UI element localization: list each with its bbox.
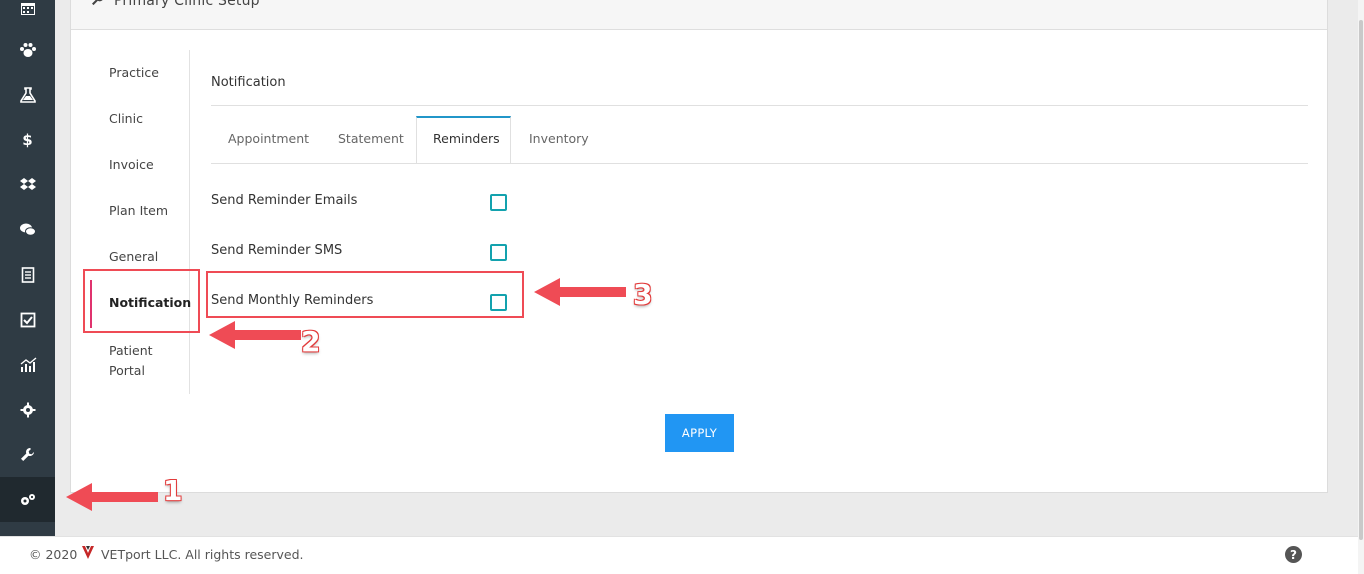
clinic-setup-panel: Primary Clinic Setup Practice Clinic Inv… [70,0,1328,493]
calendar-icon[interactable] [0,0,55,30]
section-title: Notification [211,75,286,90]
annotation-number-2: 2 [301,325,321,358]
subnav-divider [189,50,190,394]
chat-icon[interactable] [0,207,55,252]
chart-icon[interactable] [0,342,55,387]
subnav-item-patient-portal[interactable]: Patient [109,341,153,361]
paw-icon[interactable] [0,27,55,72]
tab-reminders[interactable]: Reminders [433,131,500,146]
checklist-icon[interactable] [0,297,55,342]
tab-inventory[interactable]: Inventory [529,131,589,146]
subnav-item-practice[interactable]: Practice [109,63,159,83]
send-reminder-sms-checkbox[interactable] [490,244,507,261]
tab-statement[interactable]: Statement [338,131,404,146]
gears-icon[interactable] [0,477,55,522]
subnav-item-plan-item[interactable]: Plan Item [109,201,168,221]
send-reminder-emails-label: Send Reminder Emails [211,193,358,208]
footer: © 2020 VETport LLC. All rights reserved.… [0,536,1364,574]
annotation-number-3: 3 [633,278,653,311]
subnav-item-general[interactable]: General [109,247,158,267]
apply-button[interactable]: APPLY [665,414,734,452]
vetport-logo-icon [82,546,94,559]
help-icon[interactable]: ? [1285,546,1302,563]
panel-header: Primary Clinic Setup [71,0,1327,30]
annotation-arrow-3 [534,278,626,306]
dropbox-icon[interactable] [0,162,55,207]
section-divider [211,105,1308,106]
gear-icon[interactable] [0,387,55,432]
send-reminder-emails-checkbox[interactable] [490,194,507,211]
copyright-year: © 2020 [29,547,78,562]
document-icon[interactable] [0,252,55,297]
search-icon [92,0,103,6]
tab-appointment[interactable]: Appointment [228,131,309,146]
annotation-arrow-2 [209,321,301,349]
highlight-box-monthly-reminders [206,271,524,318]
dollar-icon[interactable]: $ [0,117,55,162]
subnav-item-invoice[interactable]: Invoice [109,155,154,175]
wrench-icon[interactable] [0,432,55,477]
side-rail: $ [0,0,55,536]
annotation-number-1: 1 [163,474,183,507]
flask-icon[interactable] [0,72,55,117]
annotation-arrow-1 [66,483,158,511]
copyright-company: VETport LLC. All rights reserved. [101,547,304,562]
subnav-item-clinic[interactable]: Clinic [109,109,143,129]
highlight-box-notification [83,269,200,333]
scrollbar-thumb[interactable] [1359,20,1363,540]
page-title: Primary Clinic Setup [114,0,260,9]
subnav-item-patient-portal-line2[interactable]: Portal [109,361,145,381]
tab-divider [211,163,1308,164]
send-reminder-sms-label: Send Reminder SMS [211,243,343,258]
